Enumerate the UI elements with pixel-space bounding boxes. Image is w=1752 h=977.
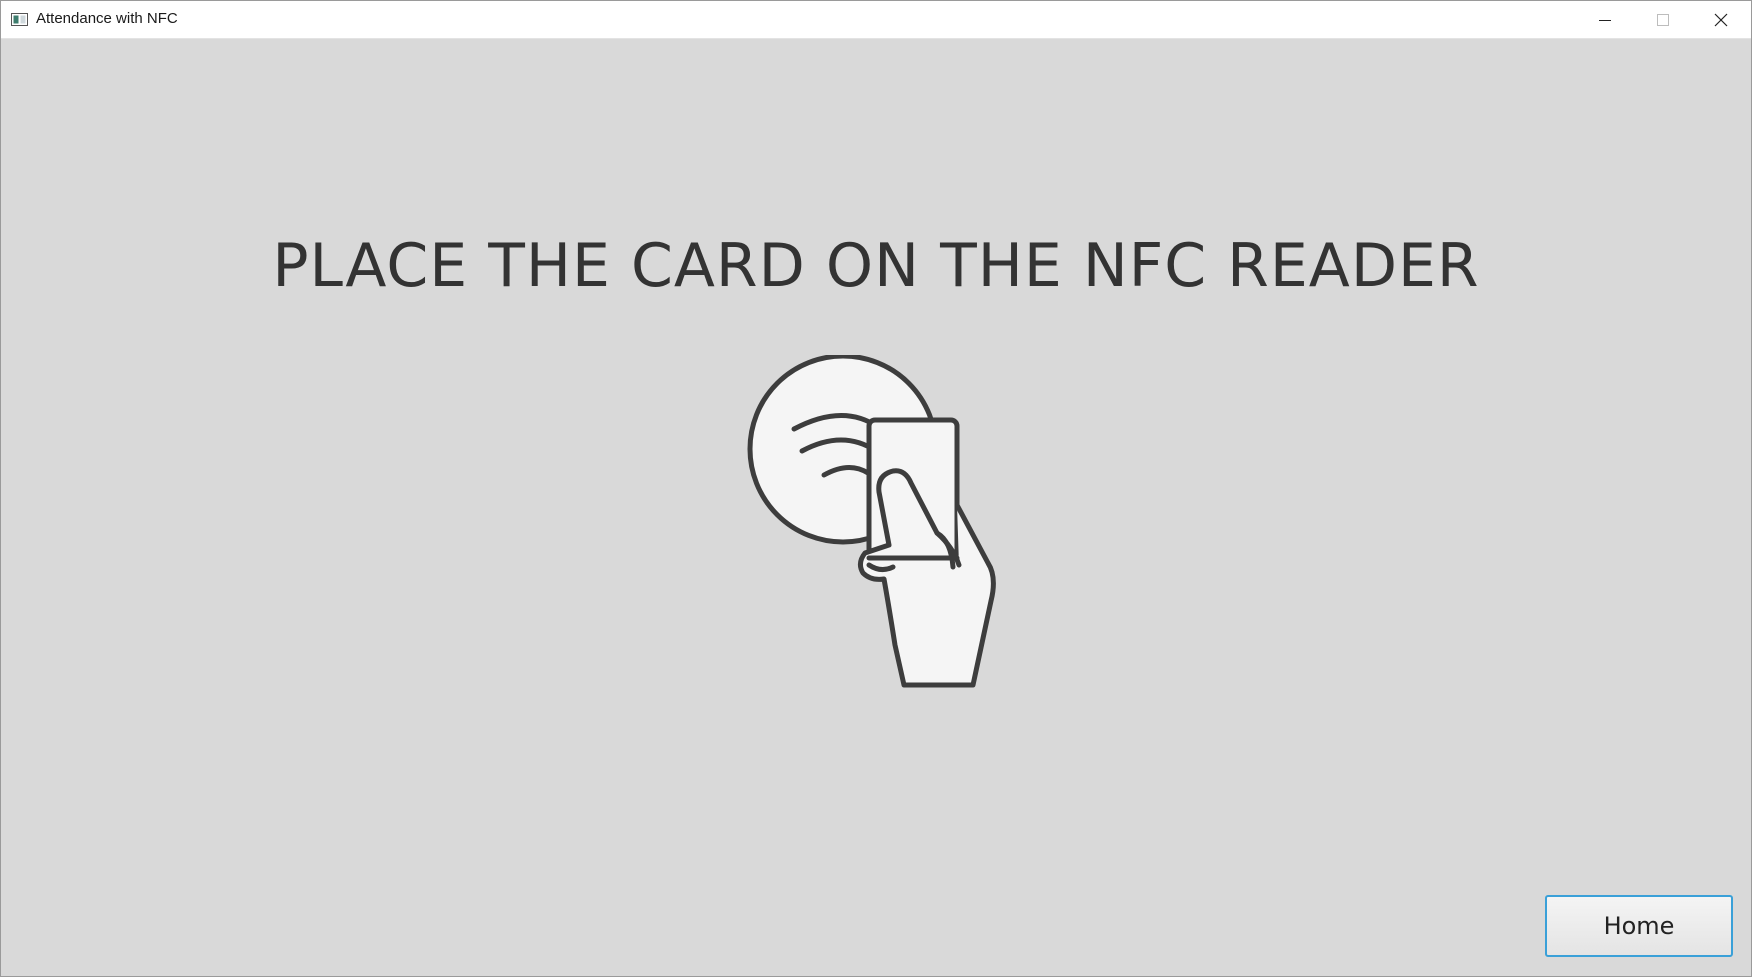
nfc-card-tap-icon	[747, 355, 996, 688]
instruction-heading: PLACE THE CARD ON THE NFC READER	[272, 231, 1480, 301]
title-bar[interactable]: Attendance with NFC	[1, 1, 1751, 39]
home-button[interactable]: Home	[1545, 895, 1733, 957]
app-window-icon	[11, 13, 28, 26]
minimize-icon	[1599, 19, 1611, 21]
minimize-button[interactable]	[1576, 1, 1634, 38]
main-content: PLACE THE CARD ON THE NFC READER Home	[1, 39, 1751, 976]
maximize-button[interactable]	[1634, 1, 1692, 38]
close-button[interactable]	[1692, 1, 1750, 38]
window-title: Attendance with NFC	[36, 10, 178, 27]
maximize-icon	[1657, 13, 1669, 26]
close-icon	[1714, 13, 1728, 26]
app-window: Attendance with NFC PLACE THE CARD ON TH…	[0, 0, 1752, 977]
